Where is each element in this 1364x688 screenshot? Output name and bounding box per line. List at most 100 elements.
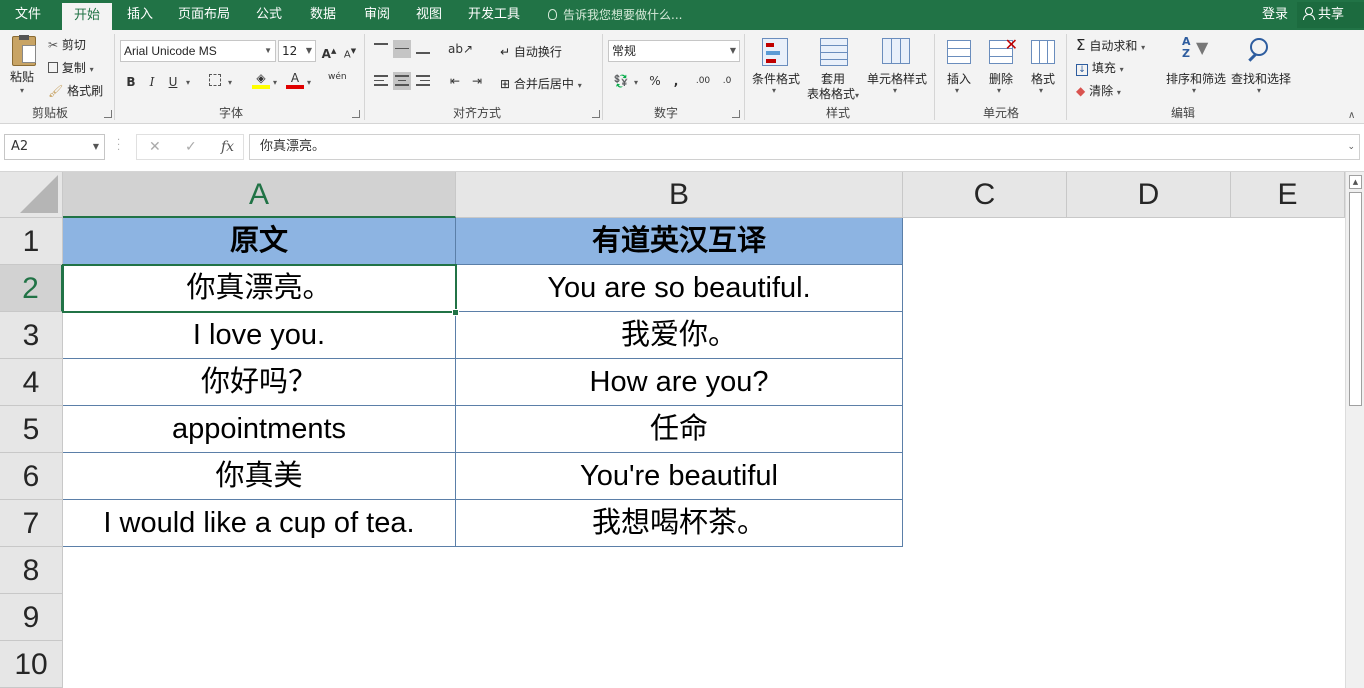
border-button[interactable] (206, 73, 224, 91)
number-launcher-icon[interactable] (732, 110, 740, 118)
autosum-button[interactable]: Σ 自动求和 ▾ (1076, 36, 1145, 54)
column-header-c[interactable]: C (903, 172, 1067, 218)
expand-formula-icon[interactable]: ⌄ (1347, 135, 1355, 159)
table-header-cell[interactable]: 原文 (63, 218, 456, 265)
table-cell[interactable]: 我爱你。 (456, 312, 903, 359)
align-bottom-icon[interactable] (414, 40, 432, 58)
conditional-formatting-button[interactable]: 条件格式 ▾ (750, 34, 802, 100)
row-header-2[interactable]: 2 (0, 265, 63, 312)
table-cell[interactable]: 你真美 (63, 453, 456, 500)
collapse-ribbon-icon[interactable]: ∧ (1348, 110, 1355, 121)
merge-center-button[interactable]: ⊞ 合并后居中 ▾ (500, 75, 582, 92)
row-header-3[interactable]: 3 (0, 312, 63, 359)
insert-function-icon[interactable]: fx (221, 135, 234, 159)
shrink-font-button[interactable]: A▼ (341, 42, 359, 60)
number-format-select[interactable]: 常规 ▼ (608, 40, 740, 62)
comma-button[interactable]: , (667, 72, 685, 90)
increase-indent-icon[interactable]: ⇥ (468, 72, 486, 90)
cut-button[interactable]: ✂ 剪切 (48, 36, 86, 53)
fill-handle[interactable] (452, 309, 459, 316)
align-center-icon[interactable] (393, 72, 411, 90)
column-header-e[interactable]: E (1231, 172, 1345, 218)
format-painter-button[interactable]: 🖌 格式刷 (48, 82, 103, 99)
clipboard-launcher-icon[interactable] (104, 110, 112, 118)
table-cell[interactable]: You are so beautiful. (456, 265, 903, 312)
underline-button[interactable]: U (164, 73, 182, 91)
align-left-icon[interactable] (372, 72, 390, 90)
font-size-select[interactable]: 12 ▼ (278, 40, 316, 62)
copy-button[interactable]: 复制 ▾ (48, 59, 94, 76)
increase-decimal-button[interactable]: .00 (694, 72, 712, 90)
find-select-button[interactable]: 查找和选择 ▾ (1230, 34, 1292, 100)
alignment-launcher-icon[interactable] (592, 110, 600, 118)
tab-view[interactable]: 视图 (406, 0, 452, 30)
formula-input[interactable]: 你真漂亮。 ⌄ (249, 134, 1360, 160)
tab-home[interactable]: 开始 (62, 3, 112, 30)
paste-button[interactable]: 粘贴 ▾ (6, 34, 42, 100)
italic-button[interactable]: I (143, 73, 161, 91)
tab-developer[interactable]: 开发工具 (460, 0, 528, 30)
enter-icon[interactable]: ✓ (185, 135, 197, 159)
cancel-icon[interactable]: ✕ (149, 135, 161, 159)
login-link[interactable]: 登录 (1262, 0, 1288, 30)
table-cell[interactable]: You're beautiful (456, 453, 903, 500)
row-header-8[interactable]: 8 (0, 547, 63, 594)
table-header-cell[interactable]: 有道英汉互译 (456, 218, 903, 265)
align-top-icon[interactable] (372, 40, 390, 58)
delete-cells-button[interactable]: ✕ 删除 ▾ (982, 34, 1020, 100)
column-header-b[interactable]: B (456, 172, 903, 218)
bold-button[interactable]: B (122, 73, 140, 91)
font-name-select[interactable]: Arial Unicode MS ▼ (120, 40, 276, 62)
insert-cells-button[interactable]: 插入 ▾ (940, 34, 978, 100)
vertical-scrollbar[interactable]: ▲ (1345, 172, 1364, 688)
tab-formulas[interactable]: 公式 (246, 0, 292, 30)
grow-font-button[interactable]: A▲ (320, 42, 338, 61)
font-launcher-icon[interactable] (352, 110, 360, 118)
table-cell[interactable]: 任命 (456, 406, 903, 453)
fill-button[interactable]: ↓ 填充 ▾ (1076, 59, 1124, 76)
wrap-text-button[interactable]: ↵ 自动换行 (500, 43, 562, 60)
table-cell[interactable]: 我想喝杯茶。 (456, 500, 903, 547)
column-header-d[interactable]: D (1067, 172, 1231, 218)
row-header-9[interactable]: 9 (0, 594, 63, 641)
tell-me-box[interactable]: 告诉我您想要做什么... (548, 0, 682, 30)
table-cell[interactable]: appointments (63, 406, 456, 453)
currency-icon[interactable]: 💱 (612, 72, 630, 90)
cell-styles-button[interactable]: 单元格样式 ▾ (864, 34, 930, 100)
row-header-10[interactable]: 10 (0, 641, 63, 688)
name-box[interactable]: A2 ▼ (4, 134, 105, 160)
format-cells-button[interactable]: 格式 ▾ (1024, 34, 1062, 100)
phonetic-button[interactable]: wén (328, 72, 347, 90)
row-header-6[interactable]: 6 (0, 453, 63, 500)
table-cell[interactable]: I love you. (63, 312, 456, 359)
currency-dropdown-icon[interactable]: ▾ (634, 78, 638, 87)
orientation-icon[interactable]: ab↗ (448, 40, 473, 58)
row-header-1[interactable]: 1 (0, 218, 63, 265)
border-dropdown-icon[interactable]: ▾ (228, 78, 232, 87)
clear-button[interactable]: ◆ 清除 ▾ (1076, 82, 1121, 99)
drag-handle-icon[interactable]: · · · (117, 136, 120, 156)
font-color-dropdown-icon[interactable]: ▾ (307, 78, 311, 87)
align-middle-icon[interactable] (393, 40, 411, 58)
row-header-7[interactable]: 7 (0, 500, 63, 547)
tab-page-layout[interactable]: 页面布局 (172, 0, 236, 30)
scroll-up-icon[interactable]: ▲ (1349, 175, 1362, 189)
table-cell[interactable]: How are you? (456, 359, 903, 406)
share-button[interactable]: 共享 (1297, 2, 1364, 28)
decrease-decimal-button[interactable]: .0 (718, 72, 736, 90)
scrollbar-thumb[interactable] (1349, 192, 1362, 406)
row-header-5[interactable]: 5 (0, 406, 63, 453)
underline-dropdown-icon[interactable]: ▾ (186, 78, 190, 87)
tab-review[interactable]: 审阅 (354, 0, 400, 30)
fill-color-button[interactable]: ◈ (252, 71, 270, 89)
table-cell[interactable]: I would like a cup of tea. (63, 500, 456, 547)
tab-insert[interactable]: 插入 (118, 0, 162, 30)
select-all-button[interactable] (0, 172, 63, 218)
align-right-icon[interactable] (414, 72, 432, 90)
tab-file[interactable]: 文件 (0, 0, 56, 30)
table-cell[interactable]: 你好吗？ (63, 359, 456, 406)
format-as-table-button[interactable]: 套用 表格格式▾ (804, 34, 862, 101)
tab-data[interactable]: 数据 (300, 0, 346, 30)
column-header-a[interactable]: A (63, 172, 456, 218)
row-header-4[interactable]: 4 (0, 359, 63, 406)
